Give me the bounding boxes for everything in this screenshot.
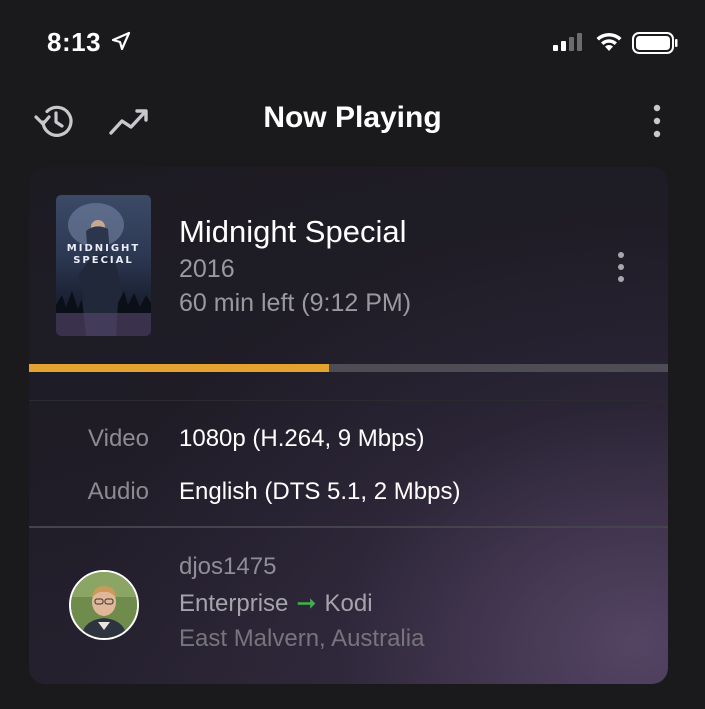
poster-title: MIDNIGHT SPECIAL — [56, 243, 151, 267]
server-name: Enterprise — [179, 590, 289, 617]
video-label: Video — [88, 425, 149, 452]
avatar-photo — [71, 572, 137, 638]
avatar — [69, 570, 139, 640]
arrow-right-icon: ➞ — [296, 590, 317, 617]
player-name: Kodi — [324, 590, 373, 617]
playback-progress-bar — [29, 364, 668, 372]
nav-bar: Now Playing — [0, 95, 705, 147]
divider — [29, 526, 668, 528]
location-arrow-icon — [111, 31, 131, 51]
divider — [29, 400, 668, 401]
cellular-signal-icon — [553, 33, 582, 51]
item-more-icon[interactable] — [609, 247, 633, 287]
playback-progress-fill — [29, 364, 330, 372]
page-title: Now Playing — [263, 101, 442, 134]
battery-icon — [632, 32, 678, 54]
audio-value: English (DTS 5.1, 2 Mbps) — [179, 478, 461, 505]
user-name: djos1475 — [179, 553, 277, 580]
audio-label: Audio — [87, 478, 149, 505]
movie-title: Midnight Special — [179, 214, 407, 249]
status-time: 8:13 — [47, 27, 102, 57]
now-playing-card[interactable]: MIDNIGHT SPECIAL Midnight Special 2016 6… — [29, 167, 668, 684]
user-location: East Malvern, Australia — [179, 625, 425, 652]
movie-poster: MIDNIGHT SPECIAL — [56, 195, 151, 336]
more-vertical-icon[interactable] — [645, 100, 669, 142]
status-bar: 8:13 — [0, 0, 705, 90]
player-path: Enterprise ➞ Kodi — [179, 589, 373, 618]
poster-title-line1: MIDNIGHT — [66, 243, 141, 254]
video-value: 1080p (H.264, 9 Mbps) — [179, 425, 425, 452]
time-remaining: 60 min left (9:12 PM) — [179, 289, 412, 317]
wifi-icon — [596, 32, 622, 51]
poster-title-line2: SPECIAL — [73, 255, 134, 266]
movie-year: 2016 — [179, 255, 235, 283]
